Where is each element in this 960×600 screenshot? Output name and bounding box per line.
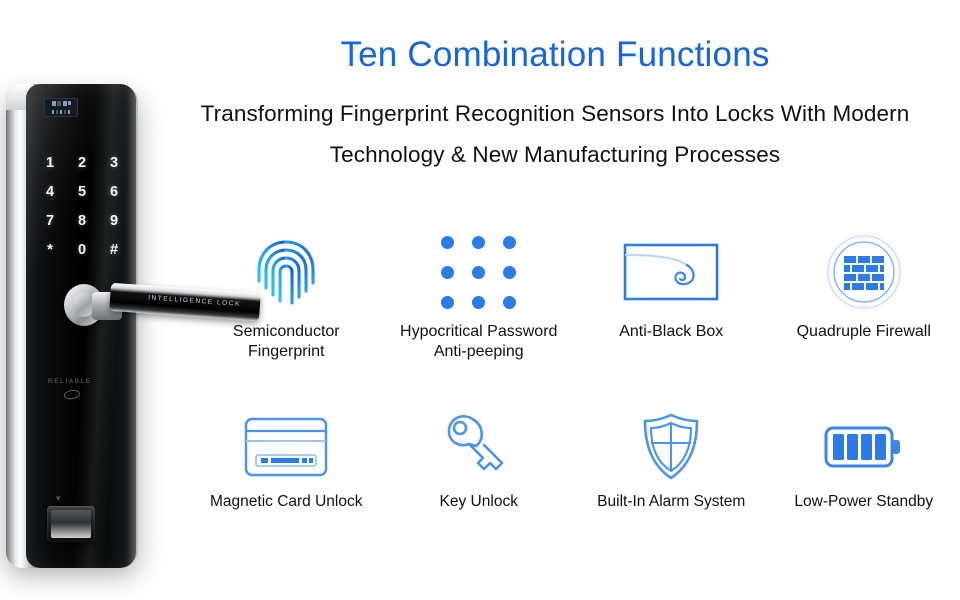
feature-grid: Semiconductor Fingerprint Hypocritical P… bbox=[190, 228, 960, 548]
lcd-segment bbox=[51, 109, 55, 114]
lock-brand-label: RELIABLE bbox=[48, 378, 92, 385]
password-dot bbox=[503, 295, 517, 309]
fingerprint-sensor-pad[interactable] bbox=[51, 510, 91, 538]
feature-quadruple-firewall: Quadruple Firewall bbox=[768, 228, 960, 378]
lcd-segment bbox=[62, 100, 67, 106]
password-dot bbox=[441, 295, 455, 309]
lcd-segment bbox=[51, 100, 56, 106]
lcd-display-row-top bbox=[45, 99, 77, 108]
feature-semiconductor-fingerprint: Semiconductor Fingerprint bbox=[190, 228, 383, 378]
lcd-display-row-bottom bbox=[45, 108, 77, 117]
feature-row-1: Semiconductor Fingerprint Hypocritical P… bbox=[190, 228, 960, 378]
keypad-key-hash[interactable]: # bbox=[98, 235, 130, 264]
keypad-key-0[interactable]: 0 bbox=[66, 235, 98, 264]
lock-keypad[interactable]: 1 2 3 4 5 6 7 8 9 * 0 # bbox=[34, 148, 130, 264]
feature-key-unlock: Key Unlock bbox=[383, 406, 576, 536]
keypad-key-9[interactable]: 9 bbox=[98, 206, 130, 235]
keypad-key-5[interactable]: 5 bbox=[66, 177, 98, 206]
firewall-brick-icon bbox=[825, 228, 903, 316]
feature-magnetic-card-unlock: Magnetic Card Unlock bbox=[190, 406, 383, 536]
keypad-row: 1 2 3 bbox=[34, 148, 130, 177]
keypad-row: 4 5 6 bbox=[34, 177, 130, 206]
keypad-key-1[interactable]: 1 bbox=[34, 148, 66, 177]
feature-low-power-standby: Low-Power Standby bbox=[768, 406, 960, 536]
battery-icon bbox=[824, 406, 904, 488]
sensor-arrow-icon: ▾ bbox=[56, 493, 61, 503]
keypad-key-8[interactable]: 8 bbox=[66, 206, 98, 235]
feature-row-2: Magnetic Card Unlock Key Unlock Built-In… bbox=[190, 406, 960, 536]
password-dot bbox=[472, 235, 486, 249]
lcd-segment bbox=[57, 100, 61, 106]
keypad-row: * 0 # bbox=[34, 235, 130, 264]
feature-label: Quadruple Firewall bbox=[796, 323, 931, 340]
lock-lcd-display bbox=[44, 98, 78, 117]
headline-block: Ten Combination Functions Transforming F… bbox=[150, 35, 960, 176]
feature-label: Magnetic Card Unlock bbox=[210, 493, 363, 510]
lcd-segment bbox=[59, 109, 63, 114]
lcd-segment bbox=[63, 109, 67, 114]
page-title: Ten Combination Functions bbox=[340, 35, 770, 74]
feature-anti-black-box: Anti-Black Box bbox=[575, 228, 768, 378]
password-dot bbox=[472, 265, 486, 279]
magnetic-card-icon bbox=[244, 406, 328, 488]
feature-label: Anti-Black Box bbox=[619, 323, 724, 340]
feature-label: Low-Power Standby bbox=[794, 493, 934, 510]
black-box-spiral-icon bbox=[623, 228, 719, 316]
feature-hypocritical-password: Hypocritical Password Anti-peeping bbox=[383, 228, 576, 378]
fingerprint-icon bbox=[253, 228, 319, 316]
password-dot bbox=[441, 235, 455, 249]
feature-label: Hypocritical Password Anti-peeping bbox=[400, 323, 558, 361]
keypad-key-2[interactable]: 2 bbox=[66, 148, 98, 177]
lcd-segment bbox=[55, 109, 59, 114]
lcd-segment bbox=[67, 109, 71, 114]
keypad-key-asterisk[interactable]: * bbox=[34, 235, 66, 264]
feature-label: Semiconductor Fingerprint bbox=[232, 323, 340, 361]
keypad-row: 7 8 9 bbox=[34, 206, 130, 235]
keypad-key-6[interactable]: 6 bbox=[98, 177, 130, 206]
lcd-segment bbox=[68, 101, 71, 106]
keypad-key-7[interactable]: 7 bbox=[34, 206, 66, 235]
shield-icon bbox=[640, 406, 702, 488]
password-dot bbox=[441, 265, 455, 279]
fingerprint-sensor[interactable] bbox=[47, 506, 95, 542]
password-dot bbox=[503, 265, 517, 279]
smart-lock-product-image: 1 2 3 4 5 6 7 8 9 * 0 # INTELLIGENCE LOC… bbox=[0, 76, 261, 576]
page-subtitle: Transforming Fingerprint Recognition Sen… bbox=[200, 100, 910, 168]
feature-label: Key Unlock bbox=[439, 493, 518, 510]
keypad-key-3[interactable]: 3 bbox=[98, 148, 130, 177]
key-icon bbox=[443, 406, 515, 488]
feature-built-in-alarm-system: Built-In Alarm System bbox=[575, 406, 768, 536]
feature-label: Built-In Alarm System bbox=[597, 493, 746, 510]
keypad-key-4[interactable]: 4 bbox=[34, 177, 66, 206]
password-dot bbox=[472, 295, 486, 309]
password-dot bbox=[503, 235, 517, 249]
dot-grid-icon bbox=[441, 228, 517, 316]
